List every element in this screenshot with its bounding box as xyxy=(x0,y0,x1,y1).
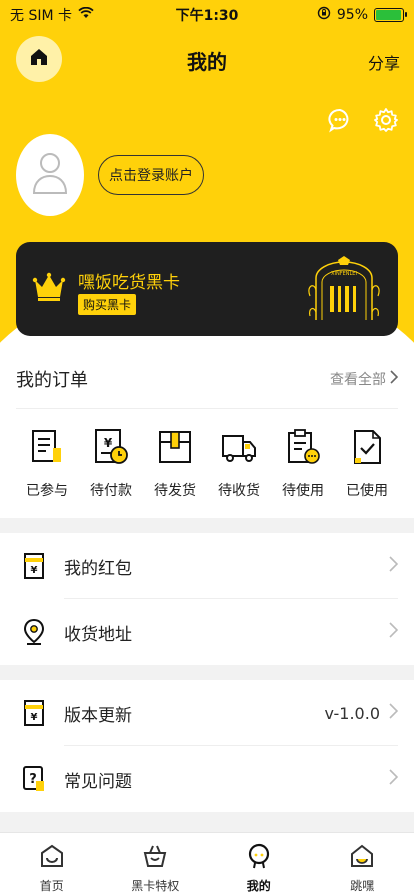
battery-percent: 95% xyxy=(336,7,368,23)
tab-black-card-privileges[interactable]: 黑卡特权 xyxy=(104,833,208,896)
bottom-tab-bar: 首页 黑卡特权 我的 跳嘿 xyxy=(0,832,414,896)
list-item-version-update[interactable]: ¥ 版本更新 v-1.0.0 xyxy=(0,680,414,746)
list-item-address[interactable]: 收货地址 xyxy=(0,599,414,665)
tab-jump[interactable]: 跳嘿 xyxy=(311,833,414,896)
check-document-icon xyxy=(349,428,385,470)
chevron-right-icon xyxy=(389,703,399,723)
basket-tab-icon xyxy=(142,843,168,873)
chevron-right-icon xyxy=(389,622,399,642)
version-icon: ¥ xyxy=(22,699,46,727)
order-pending-shipment[interactable]: 待发货 xyxy=(144,428,206,500)
status-time: 下午1:30 xyxy=(175,8,239,24)
black-card-banner[interactable]: 嘿饭吃货黑卡 购买黑卡 XINFENLEI xyxy=(16,242,398,336)
svg-text:¥: ¥ xyxy=(31,712,38,723)
svg-text:?: ? xyxy=(29,772,37,787)
home-tab-icon xyxy=(39,843,65,873)
crown-icon xyxy=(32,270,66,308)
order-participated[interactable]: 已参与 xyxy=(16,428,78,500)
my-profile-page: 无 SIM 卡 下午1:30 95% 我的 分享 点击登录账户 嘿饭吃货黑卡 购… xyxy=(0,0,414,896)
clipboard-icon xyxy=(285,428,321,470)
login-button[interactable]: 点击登录账户 xyxy=(98,155,204,195)
view-all-label: 查看全部 xyxy=(330,372,386,388)
chevron-right-icon xyxy=(389,769,399,789)
black-card-title: 嘿饭吃货黑卡 xyxy=(78,273,180,293)
status-bar: 无 SIM 卡 下午1:30 95% xyxy=(0,0,414,30)
jump-tab-icon xyxy=(349,843,375,873)
location-pin-icon xyxy=(22,618,46,646)
header-actions xyxy=(326,106,400,134)
profile-tab-icon xyxy=(246,843,272,873)
tab-my-profile[interactable]: 我的 xyxy=(207,833,311,896)
payment-clock-icon: ¥ xyxy=(93,428,129,470)
document-icon xyxy=(29,428,65,470)
divider xyxy=(16,408,398,409)
list-item-red-envelope[interactable]: ¥ 我的红包 xyxy=(0,533,414,599)
list-group-wallet: ¥ 我的红包 收货地址 xyxy=(0,533,414,665)
tab-home[interactable]: 首页 xyxy=(0,833,104,896)
nav-bar: 我的 分享 xyxy=(0,34,414,86)
chevron-right-icon xyxy=(389,556,399,576)
orientation-lock-icon xyxy=(317,6,331,24)
order-pending-receipt[interactable]: 待收货 xyxy=(208,428,270,500)
red-envelope-icon: ¥ xyxy=(22,552,46,580)
share-button[interactable]: 分享 xyxy=(368,50,400,74)
svg-text:¥: ¥ xyxy=(31,565,38,576)
battery-icon xyxy=(374,8,407,22)
box-icon xyxy=(157,428,193,470)
orders-title: 我的订单 xyxy=(16,370,88,391)
emblem-text: XINFENLEI xyxy=(331,271,357,277)
settings-gear-icon[interactable] xyxy=(372,106,400,134)
truck-icon xyxy=(221,428,257,470)
chevron-right-icon xyxy=(390,370,399,388)
message-icon[interactable] xyxy=(326,106,354,134)
order-status-row: 已参与 ¥ 待付款 待发货 待收货 待使用 已使用 xyxy=(16,428,398,500)
question-icon: ? xyxy=(22,765,46,793)
wifi-icon xyxy=(78,6,94,23)
user-placeholder-icon xyxy=(30,149,70,201)
carrier-label: 无 SIM 卡 xyxy=(10,8,72,24)
battery-level xyxy=(376,10,401,20)
order-pending-use[interactable]: 待使用 xyxy=(272,428,334,500)
my-orders-section: 我的订单 查看全部 已参与 ¥ 待付款 待发货 待收货 待使用 已使用 xyxy=(0,350,414,518)
card-emblem-logo: XINFENLEI xyxy=(308,256,380,326)
list-group-app: ¥ 版本更新 v-1.0.0 ? 常见问题 xyxy=(0,680,414,812)
svg-text:¥: ¥ xyxy=(104,436,113,450)
order-pending-payment[interactable]: ¥ 待付款 xyxy=(80,428,142,500)
avatar[interactable] xyxy=(16,134,84,216)
page-title: 我的 xyxy=(187,50,227,74)
version-value: v-1.0.0 xyxy=(324,703,380,723)
view-all-orders-link[interactable]: 查看全部 xyxy=(330,369,399,389)
buy-black-card-button[interactable]: 购买黑卡 xyxy=(78,294,137,315)
list-item-faq[interactable]: ? 常见问题 xyxy=(0,746,414,812)
order-used[interactable]: 已使用 xyxy=(336,428,398,500)
